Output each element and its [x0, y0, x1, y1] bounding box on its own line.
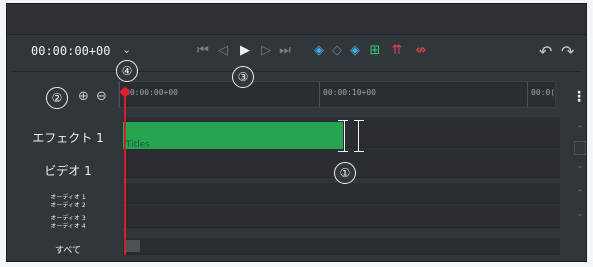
video-scrollbar[interactable]: ⌃ ⌄ — [574, 117, 586, 177]
bracket-bar — [354, 151, 364, 152]
ruler-tick-label: 00:00:10+00 — [323, 88, 376, 97]
redo-icon[interactable]: ↷ — [561, 42, 574, 61]
undo-icon[interactable]: ↶ — [539, 42, 552, 61]
timeline-ruler[interactable]: 00:00:00+00 00:00:10+00 00:0( — [118, 81, 556, 108]
zoom-in-icon[interactable]: ⊕ — [78, 89, 89, 104]
bracket-bar — [344, 120, 345, 152]
resize-handle[interactable] — [338, 120, 364, 152]
audio-scrollbar[interactable]: ⌃ ⌄ — [574, 183, 586, 227]
callout-2: ② — [46, 87, 68, 109]
step-back-icon[interactable]: ◁ — [215, 42, 231, 60]
ruler-tick-label: 00:00:00+00 — [125, 88, 178, 97]
callout-3: ③ — [232, 66, 254, 88]
ruler-tick-label: 00:0( — [531, 88, 556, 97]
bracket-bar — [338, 120, 348, 121]
timecode-display[interactable]: 00:00:00+00 — [31, 44, 110, 58]
playhead-line[interactable] — [124, 97, 126, 255]
scroll-down-icon[interactable]: ⌄ — [574, 161, 586, 171]
track-label-audio-2[interactable]: オーディオ 2 — [18, 200, 118, 209]
all-tracks-lane[interactable] — [123, 238, 560, 255]
add-keyframe-icon[interactable]: ◇ — [329, 42, 345, 60]
insert-zone-icon[interactable]: ⇈ — [389, 42, 405, 60]
callout-1: ① — [334, 162, 356, 184]
next-keyframe-icon[interactable]: ◈ — [347, 42, 363, 60]
track-label-all[interactable]: すべて — [18, 243, 118, 256]
bracket-bar — [354, 120, 364, 121]
ruler-tick — [119, 82, 120, 107]
track-label-video[interactable]: ビデオ 1 — [18, 162, 118, 179]
previous-keyframe-icon[interactable]: ◈ — [311, 42, 327, 60]
audio-track-lane[interactable] — [123, 205, 560, 228]
track-label-audio-4[interactable]: オーディオ 4 — [18, 221, 118, 230]
zoom-out-icon[interactable]: ⊖ — [96, 89, 107, 104]
timeline-ruler-row: ⊕ ⊖ 00:00:00+00 00:00:10+00 00:0( ⋮ — [6, 72, 586, 116]
bracket-bar — [338, 151, 348, 152]
track-label-effects[interactable]: エフェクト 1 — [18, 129, 118, 146]
extract-zone-icon[interactable]: ⇎ — [413, 42, 429, 60]
transport-bar: 00:00:00+00 ⌄ ⏮ ◁ ▶ ▷ ⏭ ◈ ◇ ◈ ⊞ ⇈ ⇎ ↶ ↷ — [7, 34, 586, 72]
play-icon[interactable]: ▶ — [237, 42, 253, 60]
scroll-up-icon[interactable]: ⌃ — [574, 189, 586, 199]
more-options-icon[interactable]: ⋮ — [572, 89, 586, 105]
scroll-up-icon[interactable]: ⌃ — [574, 125, 586, 135]
go-to-end-icon[interactable]: ⏭ — [277, 42, 293, 60]
bracket-bar — [358, 120, 359, 152]
all-tracks-marker[interactable] — [126, 240, 140, 252]
audio-track-lane[interactable] — [123, 183, 560, 204]
add-clip-icon[interactable]: ⊞ — [367, 42, 383, 60]
tracks-area: エフェクト 1 Titles ビデオ 1 ⌃ ⌄ オーディオ 1 オーディオ 2… — [18, 117, 586, 260]
callout-4: ④ — [116, 60, 138, 82]
ruler-tick — [527, 82, 528, 107]
scroll-down-icon[interactable]: ⌄ — [574, 209, 586, 219]
scroll-handle[interactable] — [574, 141, 586, 155]
go-to-start-icon[interactable]: ⏮ — [195, 42, 211, 60]
chevron-down-icon[interactable]: ⌄ — [122, 43, 131, 56]
step-forward-icon[interactable]: ▷ — [258, 42, 274, 60]
ruler-tick — [319, 82, 320, 107]
top-bar — [7, 4, 586, 35]
